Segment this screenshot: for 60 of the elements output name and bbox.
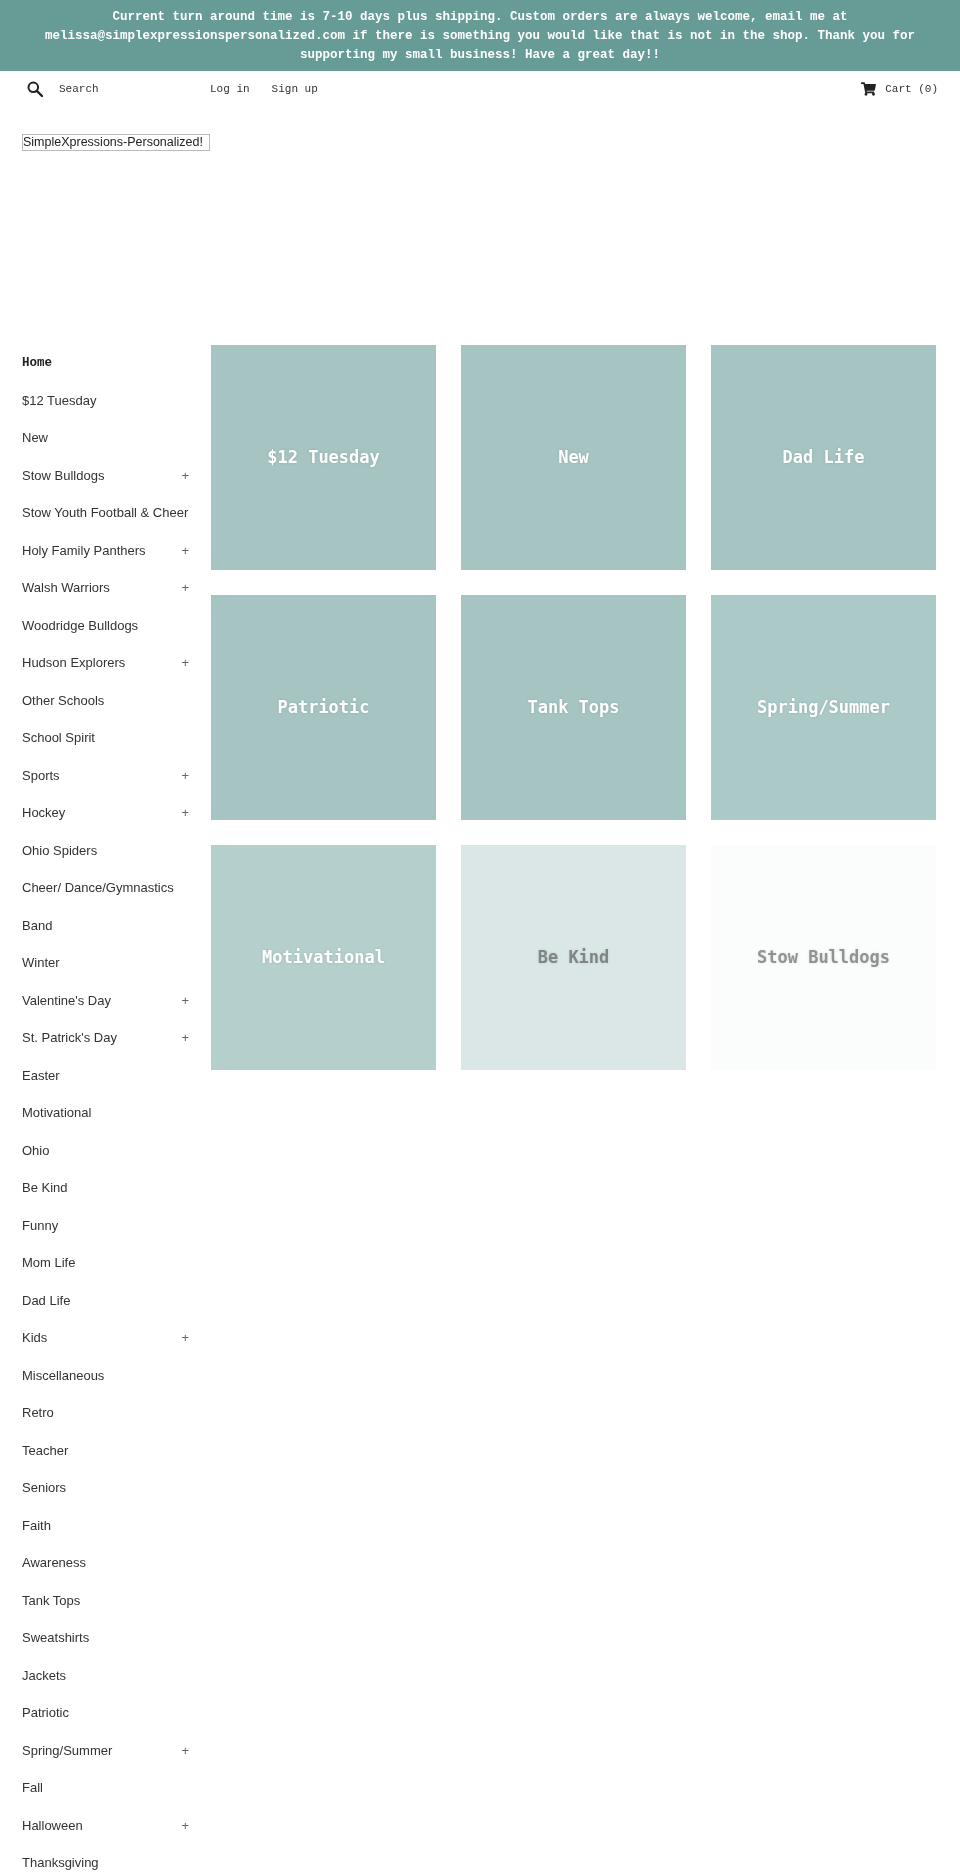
sidebar-link[interactable]: Woodridge Bulldogs	[22, 617, 139, 634]
sidebar-link[interactable]: Halloween	[22, 1817, 83, 1834]
cart-link[interactable]: Cart (0)	[861, 80, 938, 98]
expand-toggle[interactable]: +	[181, 542, 189, 559]
sidebar-link[interactable]: Home	[22, 355, 52, 371]
sidebar-link[interactable]: St. Patrick's Day	[22, 1030, 117, 1046]
sidebar-link[interactable]: Tank Tops	[22, 1592, 81, 1609]
sidebar-link[interactable]: Funny	[22, 1217, 59, 1234]
expand-toggle[interactable]: +	[181, 1742, 189, 1759]
sidebar-link[interactable]: School Spirit	[22, 730, 95, 746]
sidebar-link[interactable]: Hudson Explorers	[22, 655, 126, 671]
expand-toggle[interactable]: +	[181, 767, 189, 784]
sidebar-link[interactable]: Mom Life	[22, 1255, 76, 1271]
sidebar-link[interactable]: Seniors	[22, 1480, 67, 1496]
sidebar-link[interactable]: Ohio Spiders	[22, 842, 98, 859]
sidebar-link[interactable]: Stow Bulldogs	[22, 467, 105, 484]
sidebar-link[interactable]: Miscellaneous	[22, 1367, 105, 1384]
sidebar-link[interactable]: Fall	[22, 1780, 43, 1796]
announcement-text: Current turn around time is 7-10 days plus shipping. Custom orders are always welcome, email me at melissa@simplexpressionspersonalized.com if there is something you would like that is not in the shop. Thank you for supporting my small business! Have a great day!!	[43, 9, 917, 64]
sidebar-link[interactable]: Holy Family Panthers	[22, 542, 146, 559]
sidebar-link[interactable]: Awareness	[22, 1555, 87, 1571]
expand-toggle[interactable]: +	[181, 655, 189, 671]
sidebar-link[interactable]: Valentine's Day	[22, 992, 111, 1009]
sidebar-link[interactable]: Dad Life	[22, 1292, 71, 1309]
search-icon[interactable]	[27, 81, 43, 97]
account-link[interactable]: Log in	[210, 80, 250, 98]
expand-toggle[interactable]: +	[181, 580, 189, 596]
sidebar-link[interactable]: Thanksgiving	[22, 1855, 99, 1871]
sidebar-link[interactable]: Other Schools	[22, 692, 105, 709]
sidebar-link[interactable]: Kids	[22, 1330, 48, 1346]
sidebar-link[interactable]: Walsh Warriors	[22, 580, 110, 596]
search-field[interactable]: Search	[59, 79, 199, 99]
sidebar-link[interactable]: Retro	[22, 1405, 54, 1421]
sidebar-link[interactable]: Sweatshirts	[22, 1630, 90, 1646]
sidebar-link[interactable]: Patriotic	[22, 1705, 69, 1721]
sidebar-link[interactable]: Faith	[22, 1517, 51, 1534]
expand-toggle[interactable]: +	[181, 467, 189, 484]
sidebar-link[interactable]: Hockey	[22, 805, 66, 821]
expand-toggle[interactable]: +	[181, 1330, 189, 1346]
sidebar-link[interactable]: Motivational	[22, 1105, 92, 1121]
expand-toggle[interactable]: +	[181, 805, 189, 821]
expand-toggle[interactable]: +	[181, 1030, 189, 1046]
sidebar-link[interactable]: Be Kind	[22, 1180, 68, 1196]
sidebar-link[interactable]: Cheer/ Dance/Gymnastics	[22, 880, 174, 896]
account-link[interactable]: Sign up	[271, 80, 318, 98]
expand-toggle[interactable]: +	[181, 992, 189, 1009]
sidebar-link[interactable]: Jackets	[22, 1667, 67, 1684]
sidebar-link[interactable]: Stow Youth Football & Cheer	[22, 505, 189, 521]
sidebar-link[interactable]: Winter	[22, 955, 60, 971]
sidebar-link[interactable]: Band	[22, 917, 53, 934]
logo-alt-text[interactable]: SimpleXpressions-Personalized!	[22, 134, 210, 151]
sidebar-link[interactable]: Teacher	[22, 1442, 69, 1459]
sidebar-link[interactable]: Sports	[22, 767, 60, 784]
sidebar-link[interactable]: $12 Tuesday	[22, 392, 97, 409]
expand-toggle[interactable]: +	[181, 1817, 189, 1834]
sidebar-link[interactable]: Spring/Summer	[22, 1742, 113, 1759]
cart-icon	[861, 82, 877, 96]
sidebar-link[interactable]: Easter	[22, 1067, 60, 1084]
sidebar-link[interactable]: New	[22, 430, 48, 446]
sidebar-link[interactable]: Ohio	[22, 1142, 50, 1159]
